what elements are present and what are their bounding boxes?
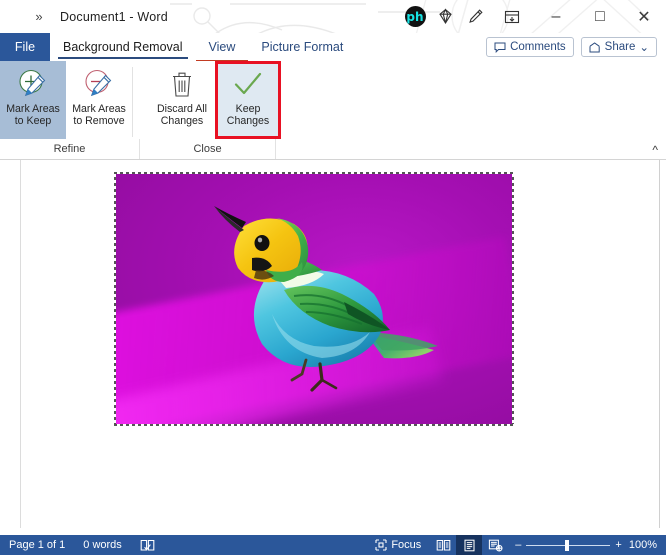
group-label-refine: Refine bbox=[0, 139, 140, 159]
label-line-2: Changes bbox=[226, 115, 270, 128]
label-line-2: to Remove bbox=[73, 115, 125, 128]
print-layout-icon[interactable] bbox=[456, 535, 483, 555]
zoom-thumb[interactable] bbox=[565, 539, 570, 551]
group-label-close: Close bbox=[140, 139, 276, 159]
document-page[interactable] bbox=[20, 160, 660, 528]
mark-areas-to-remove-icon bbox=[82, 66, 116, 100]
discard-all-changes-button[interactable]: Discard All Changes bbox=[149, 61, 215, 139]
bird-illustration bbox=[214, 206, 438, 392]
read-mode-icon[interactable] bbox=[430, 535, 456, 555]
page-indicator[interactable]: Page 1 of 1 bbox=[0, 539, 74, 551]
ribbon-group-refine: Mark Areas to Keep Mark Areas to Remove bbox=[0, 61, 132, 139]
diamond-icon[interactable] bbox=[430, 2, 460, 32]
ph-logo: ph bbox=[400, 2, 430, 32]
tab-background-removal-label: Background Removal bbox=[63, 40, 183, 54]
title-bar: » Document1 - Word ph – □ ✕ bbox=[0, 0, 666, 33]
tab-view-label: View bbox=[208, 40, 236, 54]
word-window: » Document1 - Word ph – □ ✕ File Backgro… bbox=[0, 0, 666, 555]
discard-all-changes-label: Discard All Changes bbox=[156, 103, 208, 128]
ribbon-group-close: Discard All Changes Keep Changes bbox=[133, 61, 281, 139]
ribbon-tab-strip: File Background Removal View Picture For… bbox=[0, 33, 666, 62]
mark-areas-to-keep-label: Mark Areas to Keep bbox=[5, 103, 61, 128]
comments-button[interactable]: Comments bbox=[486, 37, 574, 57]
tab-file[interactable]: File bbox=[0, 33, 50, 61]
label-line-1: Mark Areas bbox=[72, 103, 126, 115]
label-line-1: Mark Areas bbox=[6, 103, 60, 115]
word-count[interactable]: 0 words bbox=[74, 539, 131, 551]
ribbon-display-options-icon[interactable] bbox=[490, 0, 534, 33]
bird-photo[interactable] bbox=[116, 174, 512, 424]
zoom-in-button[interactable]: + bbox=[615, 539, 621, 551]
share-label: Share bbox=[604, 41, 636, 53]
mark-areas-to-remove-button[interactable]: Mark Areas to Remove bbox=[66, 61, 132, 139]
mark-areas-to-remove-label: Mark Areas to Remove bbox=[71, 103, 127, 128]
keep-changes-button[interactable]: Keep Changes bbox=[215, 61, 281, 139]
web-layout-icon[interactable] bbox=[482, 535, 508, 555]
minimize-button[interactable]: – bbox=[534, 0, 578, 33]
share-button[interactable]: Share ⌄ bbox=[580, 37, 657, 57]
close-button[interactable]: ✕ bbox=[622, 0, 666, 33]
label-line-2: to Keep bbox=[14, 115, 52, 128]
proofing-errors-icon[interactable] bbox=[131, 539, 164, 552]
window-title: Document1 - Word bbox=[60, 9, 168, 24]
label-line-1: Discard All bbox=[156, 103, 208, 115]
tab-view[interactable]: View bbox=[195, 33, 249, 62]
zoom-track[interactable] bbox=[526, 539, 611, 551]
label-line-2: Changes bbox=[160, 115, 204, 128]
tab-picture-format[interactable]: Picture Format bbox=[248, 33, 356, 61]
document-canvas bbox=[0, 160, 666, 535]
focus-mode-button[interactable]: Focus bbox=[366, 539, 430, 551]
mark-areas-to-keep-button[interactable]: Mark Areas to Keep bbox=[0, 61, 66, 139]
zoom-slider[interactable]: – + bbox=[508, 539, 629, 551]
ribbon: Mark Areas to Keep Mark Areas to Remove … bbox=[0, 61, 666, 160]
ph-logo-text: ph bbox=[404, 6, 426, 27]
chevron-down-icon[interactable]: ⌄ bbox=[639, 40, 649, 54]
mark-areas-to-keep-icon bbox=[16, 66, 50, 100]
maximize-button[interactable]: □ bbox=[578, 0, 622, 33]
zoom-out-button[interactable]: – bbox=[515, 539, 521, 551]
checkmark-icon bbox=[231, 66, 265, 100]
tab-background-removal[interactable]: Background Removal bbox=[50, 33, 196, 61]
keep-changes-label: Keep Changes bbox=[226, 103, 270, 128]
comments-label: Comments bbox=[510, 41, 566, 53]
ribbon-group-labels: Refine Close bbox=[0, 139, 666, 159]
tabstrip-right-actions: Comments Share ⌄ bbox=[486, 33, 666, 61]
double-chevron-right-icon[interactable]: » bbox=[22, 9, 56, 24]
zoom-percentage[interactable]: 100% bbox=[629, 539, 666, 551]
tab-picture-format-label: Picture Format bbox=[261, 40, 344, 54]
ribbon-group-container: Mark Areas to Keep Mark Areas to Remove … bbox=[0, 61, 666, 139]
chevron-up-icon[interactable]: ^ bbox=[652, 143, 658, 157]
focus-label: Focus bbox=[391, 539, 422, 551]
picture-selection[interactable] bbox=[114, 172, 514, 426]
pen-icon[interactable] bbox=[460, 2, 490, 32]
label-line-1: Keep bbox=[235, 103, 261, 115]
trash-icon bbox=[167, 66, 197, 100]
status-bar: Page 1 of 1 0 words Focus – + 100% bbox=[0, 535, 666, 555]
